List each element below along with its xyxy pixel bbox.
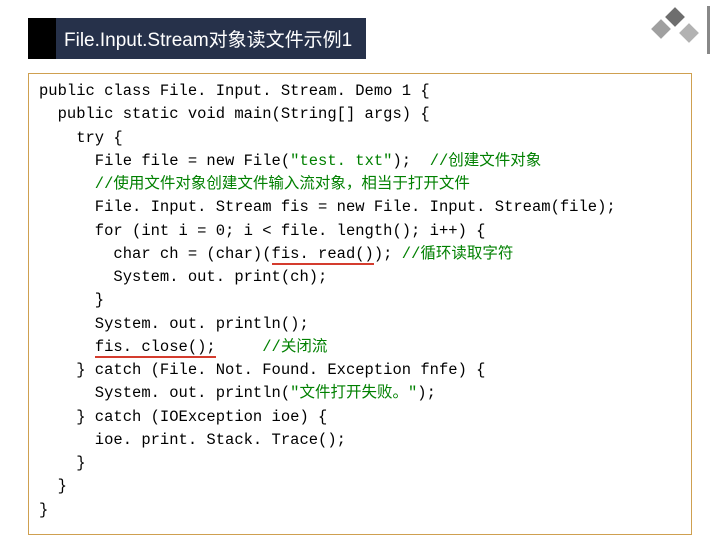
code-line: public static void main(String[] args) { bbox=[39, 105, 430, 123]
code-text: ); bbox=[374, 245, 402, 263]
code-line: char ch = (char)( bbox=[39, 245, 272, 263]
code-listing: public class File. Input. Stream. Demo 1… bbox=[28, 73, 692, 535]
code-line: } bbox=[39, 454, 86, 472]
code-line: for (int i = 0; i < file. length(); i++)… bbox=[39, 222, 485, 240]
comment: //关闭流 bbox=[262, 338, 327, 356]
code-line: File. Input. Stream fis = new File. Inpu… bbox=[39, 198, 616, 216]
comment: //使用文件对象创建文件输入流对象，相当于打开文件 bbox=[39, 175, 470, 193]
comment: //创建文件对象 bbox=[430, 152, 542, 170]
code-line: } bbox=[39, 291, 104, 309]
code-text bbox=[39, 338, 95, 356]
code-line: try { bbox=[39, 129, 123, 147]
underlined-call: fis. read() bbox=[272, 245, 374, 265]
code-line: ioe. print. Stack. Trace(); bbox=[39, 431, 346, 449]
string-literal: "文件打开失败。" bbox=[290, 384, 417, 402]
code-line: System. out. println(); bbox=[39, 315, 309, 333]
code-line: } catch (IOException ioe) { bbox=[39, 408, 327, 426]
slide-title: File.Input.Stream对象读文件示例1 bbox=[56, 18, 366, 59]
comment: //循环读取字符 bbox=[402, 245, 514, 263]
code-line: } bbox=[39, 477, 67, 495]
underlined-call: fis. close(); bbox=[95, 338, 216, 358]
code-text: System. out. println( bbox=[39, 384, 290, 402]
code-text bbox=[216, 338, 263, 356]
code-text: ); bbox=[392, 152, 429, 170]
code-line: } catch (File. Not. Found. Exception fnf… bbox=[39, 361, 485, 379]
string-literal: "test. txt" bbox=[290, 152, 392, 170]
title-bar: File.Input.Stream对象读文件示例1 bbox=[28, 18, 692, 59]
title-block bbox=[28, 18, 56, 59]
code-line: System. out. print(ch); bbox=[39, 268, 327, 286]
code-line: } bbox=[39, 501, 48, 519]
corner-decoration bbox=[650, 6, 710, 46]
code-line: public class File. Input. Stream. Demo 1… bbox=[39, 82, 430, 100]
code-line: File file = new File( bbox=[39, 152, 290, 170]
code-text: ); bbox=[417, 384, 436, 402]
